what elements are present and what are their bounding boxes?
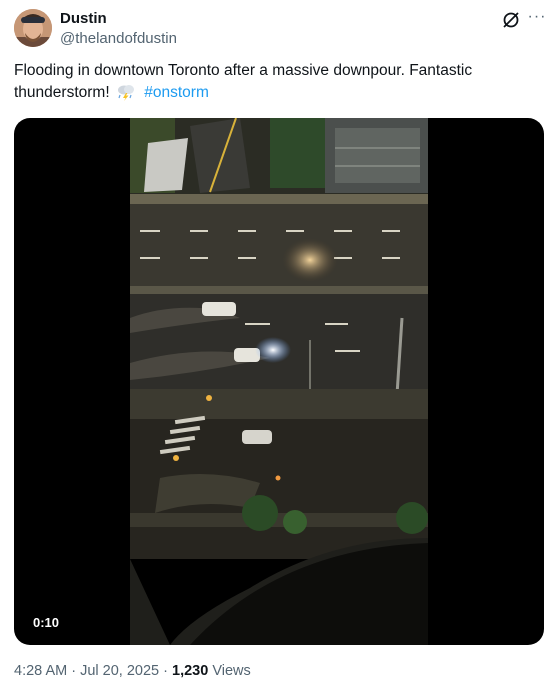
thunder-cloud-rain-icon — [116, 83, 136, 101]
author-name[interactable]: Dustin — [60, 10, 107, 27]
avatar-image — [14, 9, 52, 47]
separator: · — [159, 663, 172, 679]
tweet-body: Flooding in downtown Toronto after a mas… — [14, 62, 473, 101]
tweet-date[interactable]: Jul 20, 2025 — [80, 663, 159, 679]
separator: · — [67, 663, 81, 679]
views-count: 1,230 — [172, 663, 209, 679]
video-duration: 0:10 — [26, 612, 67, 633]
grok-icon[interactable] — [501, 10, 521, 30]
tweet-time[interactable]: 4:28 AM — [14, 663, 67, 679]
video-frame — [130, 118, 428, 645]
author-handle[interactable]: @thelandofdustin — [60, 30, 177, 47]
views-label: Views — [208, 663, 251, 679]
more-options-icon[interactable]: ··· — [527, 8, 547, 28]
tweet-text: Flooding in downtown Toronto after a mas… — [14, 60, 534, 104]
avatar[interactable] — [14, 9, 52, 47]
tweet-meta: 4:28 AM · Jul 20, 2025 · 1,230 Views — [14, 663, 251, 679]
video-player[interactable]: 0:10 — [14, 118, 544, 645]
hashtag-link[interactable]: #onstorm — [144, 84, 209, 101]
